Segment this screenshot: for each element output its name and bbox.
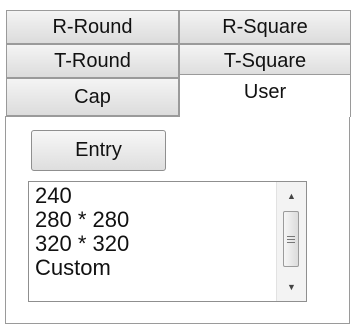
list-item[interactable]: Custom [35,256,274,280]
tab-t-square[interactable]: T-Square [179,44,351,78]
tab-t-round[interactable]: T-Round [6,44,179,78]
tab-cap[interactable]: Cap [6,78,179,116]
listbox-items: 240 280 * 280 320 * 320 Custom [35,184,274,280]
tab-r-round[interactable]: R-Round [6,10,179,44]
tab-user[interactable]: User [179,74,351,117]
scroll-up-arrow-icon[interactable]: ▲ [277,186,306,206]
list-item[interactable]: 320 * 320 [35,232,274,256]
scrollbar-thumb[interactable] [283,211,299,267]
vertical-scrollbar[interactable]: ▲ ▼ [276,182,306,301]
tab-r-square[interactable]: R-Square [179,10,351,44]
grip-icon [287,234,295,245]
dialog-frame: R-Round R-Square T-Round T-Square Cap Us… [0,0,357,331]
scroll-down-arrow-icon[interactable]: ▼ [277,277,306,297]
size-listbox[interactable]: 240 280 * 280 320 * 320 Custom ▲ ▼ [28,181,307,302]
entry-button[interactable]: Entry [31,130,166,171]
list-item[interactable]: 280 * 280 [35,208,274,232]
list-item[interactable]: 240 [35,184,274,208]
